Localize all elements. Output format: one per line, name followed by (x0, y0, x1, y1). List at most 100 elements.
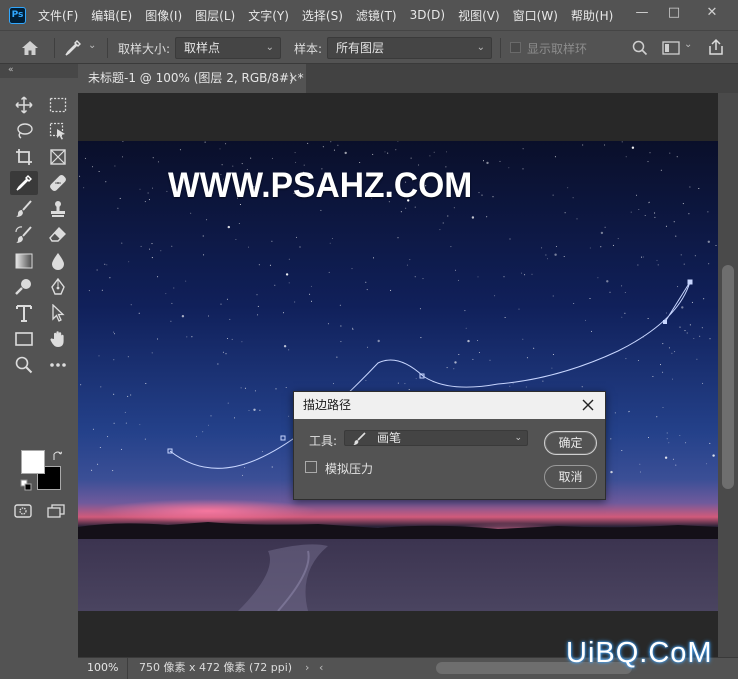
foreground-color-swatch[interactable] (21, 450, 45, 474)
type-tool[interactable] (10, 301, 38, 325)
eyedropper-icon (16, 175, 32, 191)
close-icon[interactable] (580, 397, 596, 413)
menu-window[interactable]: 窗口(W) (513, 7, 558, 24)
home-button[interactable] (15, 37, 45, 59)
dialog-title-text: 描边路径 (303, 398, 352, 412)
menu-file[interactable]: 文件(F) (38, 7, 78, 24)
document-tab-title: 未标题-1 @ 100% (图层 2, RGB/8#) * (88, 71, 304, 85)
screen-mode-icon[interactable] (46, 504, 66, 518)
document-info: 750 像素 x 472 像素 (72 ppi) (139, 661, 293, 674)
crop-tool[interactable] (10, 145, 38, 169)
minimize-button[interactable]: — (624, 0, 660, 24)
photoshop-logo[interactable]: Ps (9, 6, 26, 24)
more-icon (50, 363, 66, 367)
tool-select-value: 画笔 (377, 431, 402, 445)
hand-icon (50, 331, 64, 347)
move-tool[interactable] (10, 93, 38, 117)
tool-select[interactable]: 画笔 ⌄ (344, 430, 528, 446)
pen-tool[interactable] (44, 275, 72, 299)
path-selection-tool[interactable] (44, 301, 72, 325)
menu-edit[interactable]: 编辑(E) (91, 7, 132, 24)
chevron-down-icon[interactable]: ⌄ (684, 39, 692, 50)
show-sampling-ring-label: 显示取样环 (527, 42, 588, 56)
sample-size-select[interactable]: 取样点 ⌄ (175, 37, 281, 59)
eraser-icon (49, 226, 66, 242)
rect-marquee-icon (49, 97, 67, 113)
close-tab-icon[interactable]: ✕ (289, 64, 298, 93)
frame-icon (50, 149, 66, 165)
menu-layer[interactable]: 图层(L) (195, 7, 235, 24)
quick-mask-icon[interactable] (14, 504, 32, 518)
menu-filter[interactable]: 滤镜(T) (356, 7, 397, 24)
blur-tool[interactable] (44, 249, 72, 273)
maximize-button[interactable]: □ (656, 0, 692, 24)
workspace-icon[interactable] (662, 41, 680, 55)
close-window-button[interactable]: ✕ (694, 0, 730, 24)
menu-select[interactable]: 选择(S) (302, 7, 343, 24)
eyedropper-icon (65, 40, 81, 56)
document-tab-bar: 未标题-1 @ 100% (图层 2, RGB/8#) * ✕ (78, 64, 738, 93)
lasso-tool[interactable] (10, 119, 38, 143)
share-icon[interactable] (707, 38, 725, 56)
menu-image[interactable]: 图像(I) (145, 7, 182, 24)
object-select-tool[interactable] (44, 119, 72, 143)
dodge-tool[interactable] (10, 275, 38, 299)
vertical-scroll-thumb[interactable] (722, 265, 734, 489)
chevron-down-icon: ⌄ (265, 42, 274, 53)
tool-label: 工具: (309, 434, 338, 448)
eyedropper-tool[interactable] (10, 171, 38, 195)
search-icon[interactable] (632, 40, 648, 56)
home-icon (22, 41, 38, 55)
lasso-icon (17, 123, 33, 139)
dodge-icon (15, 279, 31, 295)
sample-size-value: 取样点 (184, 41, 221, 55)
zoom-tool[interactable] (10, 353, 38, 377)
menu-help[interactable]: 帮助(H) (571, 7, 613, 24)
chevron-left-icon[interactable]: ‹ (319, 658, 323, 678)
separator (107, 38, 108, 58)
gradient-icon (15, 253, 33, 269)
history-brush-icon (15, 226, 32, 243)
frame-tool[interactable] (44, 145, 72, 169)
vertical-scrollbar[interactable] (718, 93, 738, 657)
bandage-icon (50, 175, 66, 191)
marquee-tool[interactable] (44, 93, 72, 117)
menu-view[interactable]: 视图(V) (458, 7, 500, 24)
bottom-watermark: UiBQ.CoM (566, 637, 713, 669)
drop-icon (52, 253, 64, 270)
default-colors-icon[interactable] (20, 479, 32, 491)
zoom-level[interactable]: 100% (78, 658, 128, 679)
document-tab[interactable]: 未标题-1 @ 100% (图层 2, RGB/8#) * ✕ (78, 64, 306, 93)
stamp-icon (51, 201, 65, 217)
collapse-panel-button[interactable]: « (0, 64, 78, 78)
hand-tool[interactable] (44, 327, 72, 351)
chevron-right-icon[interactable]: › (305, 658, 309, 678)
healing-brush-tool[interactable] (44, 171, 72, 195)
show-sampling-ring-checkbox[interactable] (510, 42, 521, 53)
sample-size-label: 取样大小: (118, 42, 171, 56)
cancel-button[interactable]: 取消 (544, 465, 597, 489)
stroke-path-dialog: 描边路径 工具: 画笔 ⌄ 模拟压力 确定 取消 (293, 391, 606, 500)
sample-label: 样本: (294, 42, 323, 56)
menu-type[interactable]: 文字(Y) (248, 7, 289, 24)
menu-bar: Ps 文件(F) 编辑(E) 图像(I) 图层(L) 文字(Y) 选择(S) 滤… (0, 0, 738, 30)
more-tools-button[interactable] (44, 353, 72, 377)
sample-select[interactable]: 所有图层 ⌄ (327, 37, 492, 59)
gradient-tool[interactable] (10, 249, 38, 273)
rectangle-tool[interactable] (10, 327, 38, 351)
brush-tool[interactable] (10, 197, 38, 221)
simulate-pressure-label: 模拟压力 (325, 462, 374, 476)
menu-3d[interactable]: 3D(D) (410, 8, 445, 22)
brush-icon (353, 432, 366, 445)
clone-stamp-tool[interactable] (44, 197, 72, 221)
options-bar: ⌄ 取样大小: 取样点 ⌄ 样本: 所有图层 ⌄ 显示取样环 ⌄ (0, 30, 738, 64)
history-brush-tool[interactable] (10, 223, 38, 247)
ok-button[interactable]: 确定 (544, 431, 597, 455)
swap-colors-icon[interactable] (52, 450, 64, 462)
simulate-pressure-checkbox[interactable] (305, 461, 317, 473)
sample-value: 所有图层 (336, 41, 385, 55)
chevron-down-icon: ⌄ (514, 433, 522, 443)
brush-icon (16, 200, 32, 217)
tool-preset-picker[interactable]: ⌄ (62, 38, 102, 58)
eraser-tool[interactable] (44, 223, 72, 247)
